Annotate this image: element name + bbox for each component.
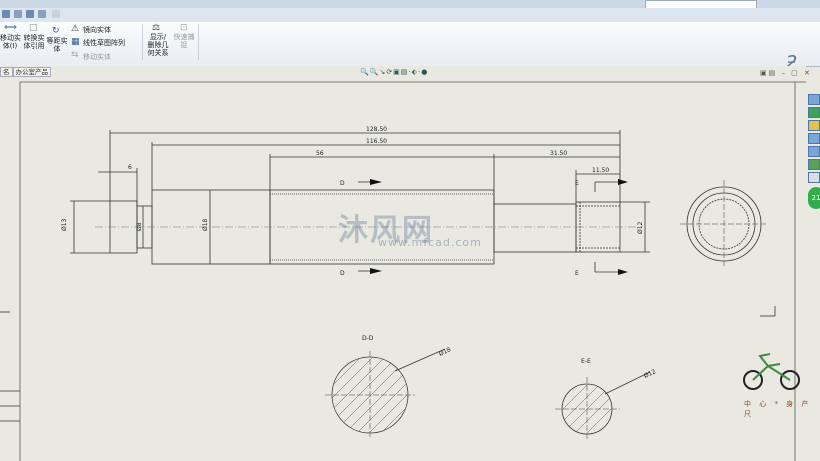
- dim-phi13: Ø13: [61, 218, 68, 231]
- mirror-icon: ⚠: [71, 24, 80, 34]
- convert-entities-icon: □: [29, 23, 38, 33]
- relations-icon: ⚖: [152, 23, 161, 33]
- drawing-canvas: 128.50 116.50 56 31.50 11.50 6 Ø13 Ø8 Ø1…: [0, 81, 806, 461]
- dim-128: 128.50: [366, 126, 387, 133]
- section-dim-phi18: Ø18: [438, 346, 452, 358]
- toolbar-icon[interactable]: [2, 10, 10, 18]
- quick-access-toolbar: [0, 8, 820, 23]
- task-pane-tabs[interactable]: [806, 92, 820, 183]
- section-title-ee: E-E: [581, 358, 591, 365]
- move-entities-button[interactable]: 移动实 体(I): [0, 34, 21, 50]
- dropdown-icon[interactable]: [52, 10, 60, 18]
- offset-entities-button[interactable]: 等距实 体: [46, 37, 68, 53]
- dim-phi18: Ø18: [202, 218, 209, 231]
- dim-56: 56: [316, 150, 324, 157]
- section-label-d: D: [340, 270, 345, 277]
- convert-entities-button[interactable]: 转换实 体引用: [22, 34, 46, 50]
- dim-116: 116.50: [366, 138, 387, 145]
- dim-6: 6: [128, 164, 132, 171]
- dim-phi12: Ø12: [637, 221, 644, 234]
- section-label-e: E: [575, 180, 579, 187]
- offset-entities-icon: ↻: [52, 26, 60, 36]
- section-label-e: E: [575, 270, 579, 277]
- section-title-dd: D-D: [362, 335, 374, 342]
- section-dim-phi12: Ø12: [643, 368, 657, 380]
- move-entities-icon: ⟺: [4, 23, 17, 33]
- move-icon: ⇆: [71, 50, 79, 60]
- toolbar-icon[interactable]: [14, 10, 22, 18]
- quick-snap-icon: ⊡: [180, 23, 188, 33]
- linear-pattern-button[interactable]: 线性草图阵列: [83, 39, 125, 47]
- dim-phi8: Ø8: [136, 222, 143, 231]
- watermark-url: www.mfcad.com: [378, 236, 482, 249]
- ribbon-toolbar: ⟺ 移动实 体(I) □ 转换实 体引用 ↻ 等距实 体 ⚠ 镜向实体 ▦ 线性…: [0, 22, 820, 73]
- toolbar-icon[interactable]: [26, 10, 34, 18]
- bike-caption: 中 心 * 身 产 尺: [744, 400, 812, 418]
- display-delete-relations-button[interactable]: 显示/ 删除几 何关系: [145, 33, 171, 57]
- status-badge[interactable]: 21: [808, 187, 820, 209]
- mirror-entities-button[interactable]: 镜向实体: [83, 26, 111, 34]
- move-entities-small-button[interactable]: 移动实体: [83, 53, 111, 61]
- linear-pattern-icon: ▦: [71, 37, 80, 47]
- dim-31: 31.50: [550, 150, 567, 157]
- section-label-d: D: [340, 180, 345, 187]
- toolbar-icon[interactable]: [38, 10, 46, 18]
- quick-snaps-button[interactable]: 快速捕 捉: [172, 33, 196, 49]
- dim-11: 11.50: [592, 167, 609, 174]
